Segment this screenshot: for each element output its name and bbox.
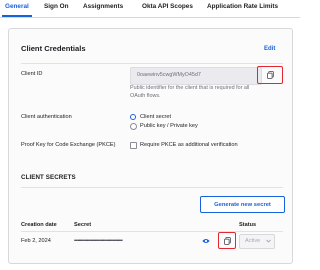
divider [21, 63, 283, 64]
client-id-label: Client ID [21, 71, 43, 77]
copy-icon [266, 71, 274, 79]
eye-icon [202, 239, 210, 243]
client-credentials-card: Client Credentials Edit Client ID 0oaewi… [8, 28, 293, 264]
tab-assignments[interactable]: Assignments [83, 3, 123, 10]
divider [21, 187, 283, 188]
client-id-hint: Public identifier for the client that is… [130, 85, 250, 100]
tab-application-rate-limits[interactable]: Application Rate Limits [207, 3, 278, 10]
client-id-field[interactable]: 0oaewinv5cwgWMyO45d7 [130, 67, 262, 85]
copy-client-id-button[interactable] [257, 66, 283, 84]
public-key-radio[interactable] [130, 123, 137, 130]
client-secrets-title: CLIENT SECRETS [21, 174, 76, 181]
edit-link[interactable]: Edit [264, 46, 275, 52]
client-auth-label: Client authentication [21, 114, 72, 120]
client-id-value: 0oaewinv5cwgWMyO45d7 [137, 72, 201, 78]
public-key-option[interactable]: Public key / Private key [140, 123, 198, 129]
column-header-secret: Secret [74, 222, 92, 228]
client-secret-radio[interactable] [130, 114, 137, 121]
secret-status-value: Active [245, 238, 261, 244]
tab-bar: General Sign On Assignments Okta API Sco… [0, 0, 300, 18]
pkce-checkbox[interactable] [130, 142, 137, 149]
chevron-down-icon [266, 239, 271, 243]
reveal-secret-button[interactable] [201, 236, 211, 246]
active-tab-indicator [2, 15, 32, 17]
divider [21, 231, 283, 232]
secret-status-select[interactable]: Active [239, 234, 275, 249]
pkce-label: Proof Key for Code Exchange (PKCE) [21, 142, 116, 148]
copy-secret-button[interactable] [218, 232, 236, 249]
tab-sign-on[interactable]: Sign On [44, 3, 69, 10]
column-header-creation-date: Creation date [21, 222, 57, 228]
pkce-option[interactable]: Require PKCE as additional verification [140, 142, 238, 148]
copy-icon [223, 236, 231, 245]
column-header-status: Status [239, 222, 257, 228]
tab-general[interactable]: General [5, 3, 29, 10]
tab-okta-api-scopes[interactable]: Okta API Scopes [142, 3, 193, 10]
section-title: Client Credentials [21, 44, 86, 53]
generate-secret-button[interactable]: Generate new secret [200, 196, 285, 213]
secret-creation-date: Feb 2, 2024 [21, 238, 51, 244]
secret-masked-value: ••••••••••••••••••••••••••••••••••••••••… [74, 238, 123, 244]
client-secret-option[interactable]: Client secret [140, 114, 171, 120]
